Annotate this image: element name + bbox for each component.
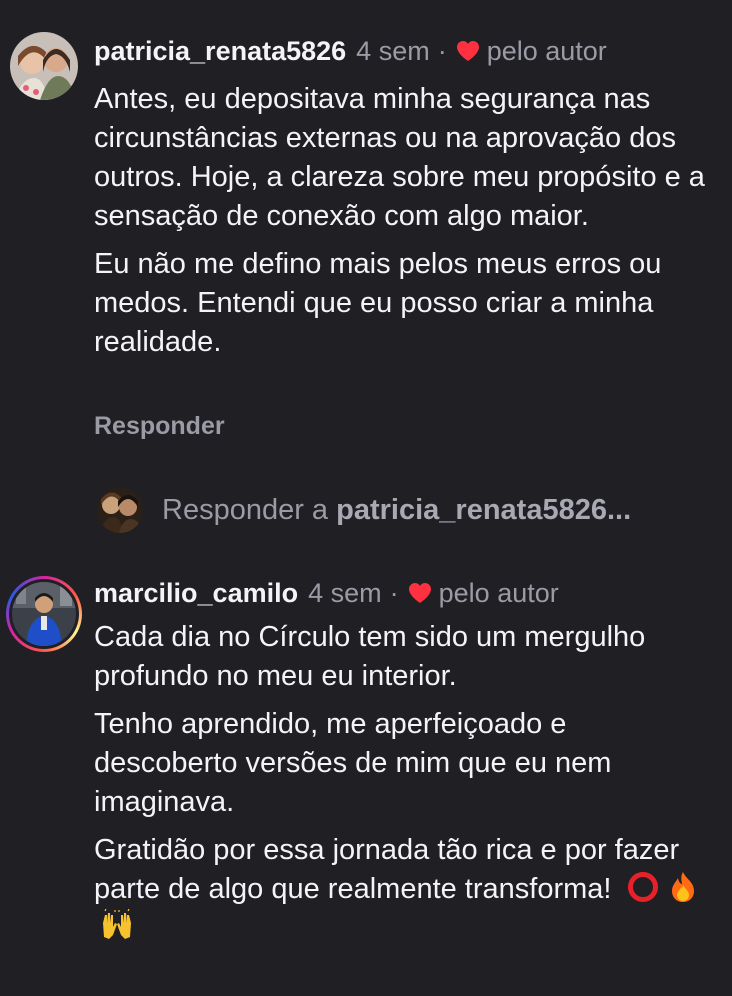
comment-header: patricia_renata5826 4 sem · pelo autor — [94, 34, 607, 68]
timestamp: 4 sem — [308, 578, 382, 608]
story-ring-gap — [9, 579, 79, 649]
comment-header: marcilio_camilo 4 sem · pelo autor — [94, 576, 559, 610]
username[interactable]: marcilio_camilo — [94, 576, 298, 610]
separator: · — [389, 578, 399, 608]
username[interactable]: patricia_renata5826 — [94, 34, 346, 68]
liked-by-author-label: pelo autor — [486, 36, 607, 66]
current-user-avatar — [97, 487, 143, 533]
avatar[interactable] — [10, 32, 78, 100]
comment-paragraph: Eu não me defino mais pelos meus erros o… — [94, 248, 662, 358]
raised-hands-icon — [100, 909, 134, 943]
timestamp: 4 sem — [356, 36, 430, 66]
liked-by-author-label: pelo autor — [438, 578, 559, 608]
comment-paragraph: Cada dia no Círculo tem sido um mergulho… — [94, 621, 646, 692]
avatar-image — [12, 582, 76, 646]
circle-icon — [626, 870, 660, 904]
comment-paragraph: Gratidão por essa jornada tão rica e por… — [94, 831, 714, 948]
comment-paragraph-text: Gratidão por essa jornada tão rica e por… — [94, 834, 680, 905]
reply-prefix: Responder a — [162, 494, 329, 526]
reply-input[interactable]: Responder a patricia_renata5826... — [162, 491, 631, 529]
comment-paragraph: Antes, eu depositava minha segurança nas… — [94, 83, 705, 232]
avatar — [12, 582, 76, 646]
avatar-image — [97, 487, 143, 533]
comment-body: Cada dia no Círculo tem sido um mergulho… — [94, 618, 714, 957]
comment-paragraph: Tenho aprendido, me aperfeiçoado e desco… — [94, 708, 612, 818]
comment-body: Antes, eu depositava minha segurança nas… — [94, 80, 714, 371]
fire-icon — [666, 870, 700, 904]
heart-icon — [456, 41, 479, 61]
separator: · — [437, 36, 447, 66]
avatar-image — [10, 32, 78, 100]
heart-icon — [408, 583, 431, 603]
reply-input-row[interactable]: Responder a patricia_renata5826... — [97, 487, 717, 533]
reply-button[interactable]: Responder — [94, 412, 225, 441]
reply-target: patricia_renata5826... — [336, 494, 632, 526]
story-ring[interactable] — [6, 576, 82, 652]
